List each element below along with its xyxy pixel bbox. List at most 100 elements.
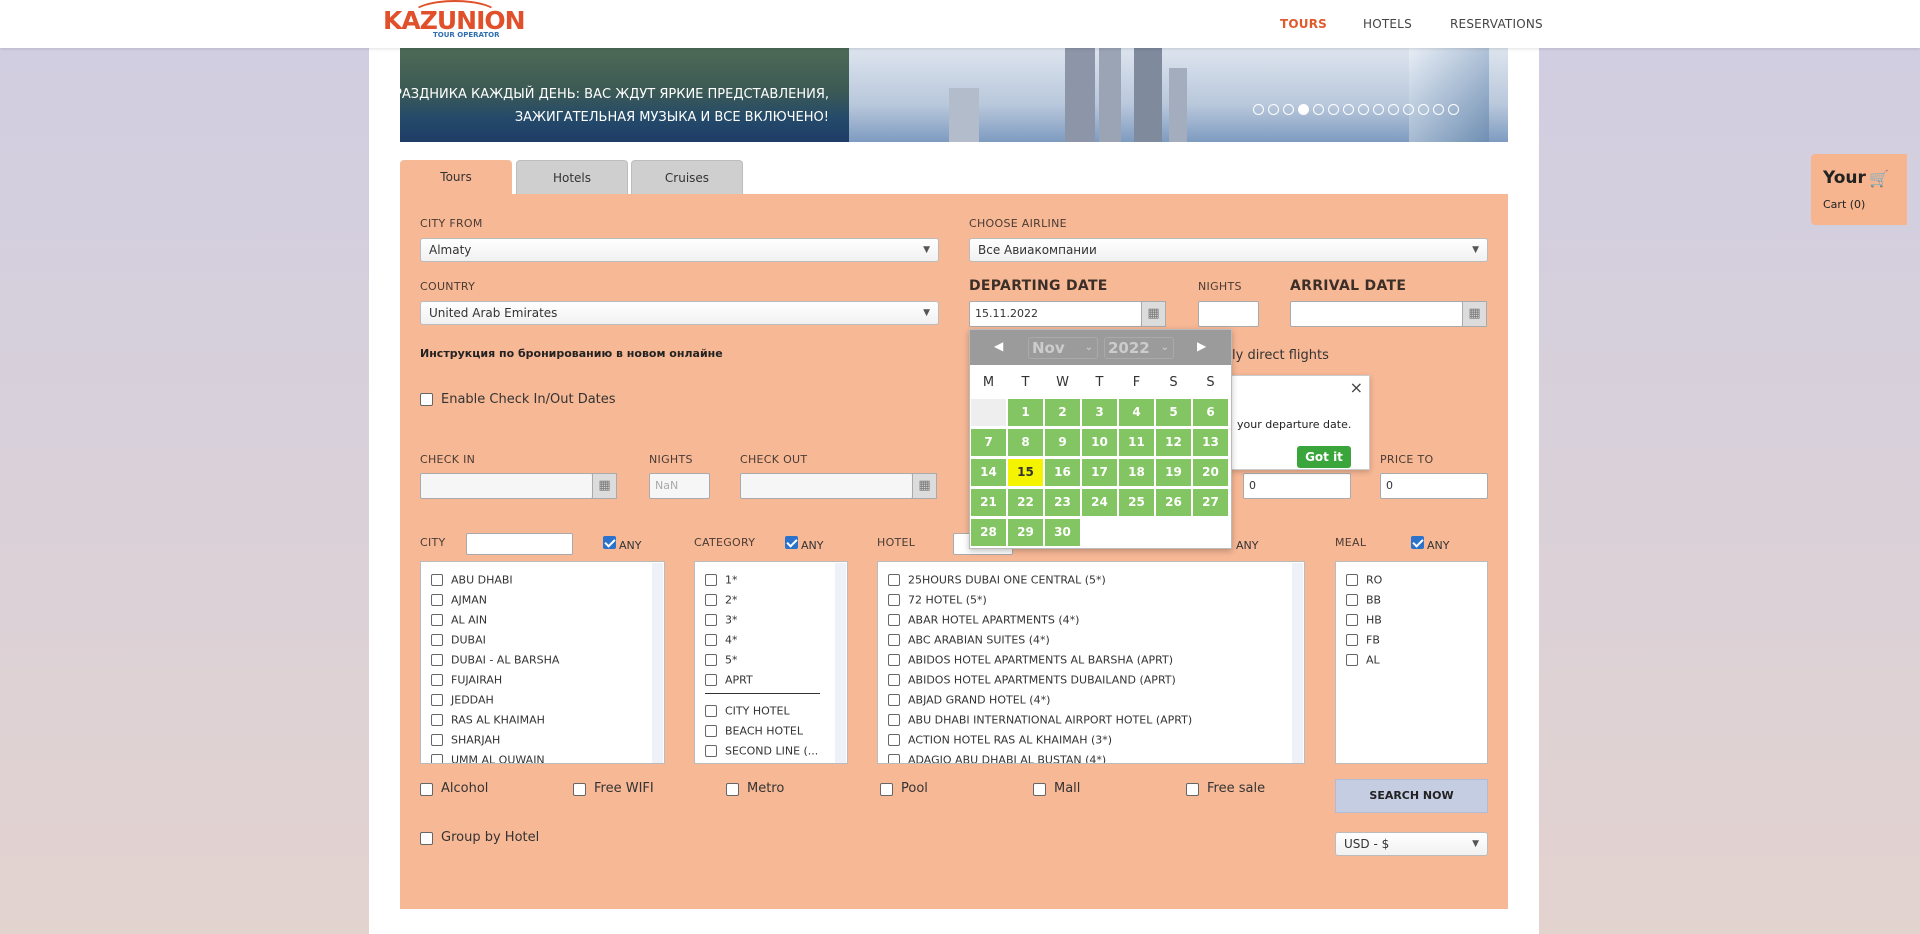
- item-checkbox[interactable]: [888, 734, 900, 746]
- arrival-date-input[interactable]: [1290, 301, 1463, 327]
- list-item[interactable]: ACTION HOTEL RAS AL KHAIMAH (3*): [888, 733, 1112, 747]
- item-checkbox[interactable]: [888, 634, 900, 646]
- carousel-dot[interactable]: [1358, 104, 1369, 115]
- item-checkbox[interactable]: [431, 754, 443, 763]
- item-checkbox[interactable]: [705, 654, 717, 666]
- carousel-dot[interactable]: [1343, 104, 1354, 115]
- carousel-dot[interactable]: [1433, 104, 1444, 115]
- item-checkbox[interactable]: [888, 754, 900, 763]
- nights-input[interactable]: [1198, 301, 1259, 327]
- list-item[interactable]: RAS AL KHAIMAH: [431, 713, 545, 727]
- list-item[interactable]: ABIDOS HOTEL APARTMENTS DUBAILAND (APRT): [888, 673, 1176, 687]
- departing-date-input[interactable]: 15.11.2022: [969, 301, 1142, 327]
- calendar-icon[interactable]: ▦: [592, 473, 617, 499]
- calendar-day[interactable]: 22: [1008, 489, 1043, 516]
- calendar-icon[interactable]: ▦: [1462, 301, 1487, 327]
- item-checkbox[interactable]: [888, 614, 900, 626]
- carousel-dot[interactable]: [1268, 104, 1279, 115]
- calendar-day[interactable]: 4: [1119, 399, 1154, 426]
- calendar-day[interactable]: 2: [1045, 399, 1080, 426]
- calendar-day[interactable]: 5: [1156, 399, 1191, 426]
- price-from-input[interactable]: 0: [1243, 473, 1351, 499]
- city-from-select[interactable]: Almaty ▼: [420, 238, 939, 262]
- list-item[interactable]: JEDDAH: [431, 693, 494, 707]
- calendar-icon[interactable]: ▦: [912, 473, 937, 499]
- item-checkbox[interactable]: [705, 634, 717, 646]
- amenity-checkbox[interactable]: [1033, 783, 1046, 796]
- country-select[interactable]: United Arab Emirates ▼: [420, 301, 939, 325]
- item-checkbox[interactable]: [431, 634, 443, 646]
- city-any-checkbox[interactable]: [603, 536, 616, 549]
- carousel-dot[interactable]: [1403, 104, 1414, 115]
- nav-tours[interactable]: TOURS: [1280, 17, 1327, 31]
- item-checkbox[interactable]: [705, 745, 717, 757]
- item-checkbox[interactable]: [705, 574, 717, 586]
- item-checkbox[interactable]: [1346, 634, 1358, 646]
- list-item[interactable]: FB: [1346, 633, 1380, 647]
- nav-hotels[interactable]: HOTELS: [1363, 17, 1412, 31]
- item-checkbox[interactable]: [888, 674, 900, 686]
- calendar-day[interactable]: 16: [1045, 459, 1080, 486]
- tab-tours[interactable]: Tours: [400, 160, 512, 194]
- list-item[interactable]: ABC ARABIAN SUITES (4*): [888, 633, 1050, 647]
- price-to-input[interactable]: 0: [1380, 473, 1488, 499]
- booking-instruction-link[interactable]: Инструкция по бронированию в новом онлай…: [420, 347, 723, 360]
- item-checkbox[interactable]: [705, 725, 717, 737]
- tab-hotels[interactable]: Hotels: [516, 160, 628, 194]
- carousel-dot[interactable]: [1448, 104, 1459, 115]
- carousel-dot[interactable]: [1388, 104, 1399, 115]
- search-now-button[interactable]: SEARCH NOW: [1335, 779, 1488, 813]
- calendar-day[interactable]: 7: [971, 429, 1006, 456]
- calendar-day[interactable]: 29: [1008, 519, 1043, 546]
- calendar-day[interactable]: 13: [1193, 429, 1228, 456]
- calendar-day[interactable]: 28: [971, 519, 1006, 546]
- list-item[interactable]: AL: [1346, 653, 1380, 667]
- calendar-day[interactable]: 30: [1045, 519, 1080, 546]
- carousel-dot[interactable]: [1313, 104, 1324, 115]
- close-icon[interactable]: ×: [1350, 378, 1363, 397]
- currency-select[interactable]: USD - $ ▼: [1335, 832, 1488, 856]
- cart-widget[interactable]: Your 🛒 Cart (0): [1811, 154, 1907, 225]
- amenity-checkbox[interactable]: [1186, 783, 1199, 796]
- carousel-dot[interactable]: [1253, 104, 1264, 115]
- amenity-checkbox[interactable]: [880, 783, 893, 796]
- list-item[interactable]: FUJAIRAH: [431, 673, 502, 687]
- category-any-checkbox[interactable]: [785, 536, 798, 549]
- list-item[interactable]: ABU DHABI: [431, 573, 513, 587]
- list-item[interactable]: 2*: [705, 593, 738, 607]
- item-checkbox[interactable]: [705, 674, 717, 686]
- list-item[interactable]: BB: [1346, 593, 1381, 607]
- list-item[interactable]: APRT: [705, 673, 753, 687]
- item-checkbox[interactable]: [1346, 574, 1358, 586]
- list-item[interactable]: 4*: [705, 633, 738, 647]
- item-checkbox[interactable]: [431, 574, 443, 586]
- calendar-day[interactable]: 10: [1082, 429, 1117, 456]
- month-select[interactable]: Nov ⌄: [1028, 337, 1098, 359]
- calendar-day[interactable]: 23: [1045, 489, 1080, 516]
- scrollbar[interactable]: [1292, 563, 1303, 763]
- calendar-day[interactable]: 12: [1156, 429, 1191, 456]
- item-checkbox[interactable]: [431, 594, 443, 606]
- item-checkbox[interactable]: [431, 614, 443, 626]
- calendar-day[interactable]: 25: [1119, 489, 1154, 516]
- group-by-hotel-checkbox[interactable]: [420, 832, 433, 845]
- list-item[interactable]: 5*: [705, 653, 738, 667]
- city-filter-input[interactable]: [466, 533, 573, 555]
- list-item[interactable]: DUBAI: [431, 633, 486, 647]
- scrollbar[interactable]: [652, 563, 663, 763]
- calendar-day[interactable]: 20: [1193, 459, 1228, 486]
- list-item[interactable]: ABIDOS HOTEL APARTMENTS AL BARSHA (APRT): [888, 653, 1173, 667]
- item-checkbox[interactable]: [888, 594, 900, 606]
- list-item[interactable]: ABU DHABI INTERNATIONAL AIRPORT HOTEL (A…: [888, 713, 1192, 727]
- list-item[interactable]: SHARJAH: [431, 733, 500, 747]
- scrollbar[interactable]: [835, 563, 846, 763]
- item-checkbox[interactable]: [888, 574, 900, 586]
- calendar-day[interactable]: 1: [1008, 399, 1043, 426]
- calendar-day[interactable]: 18: [1119, 459, 1154, 486]
- list-item[interactable]: BEACH HOTEL: [705, 724, 803, 738]
- got-it-button[interactable]: Got it: [1297, 446, 1351, 468]
- calendar-day[interactable]: 27: [1193, 489, 1228, 516]
- calendar-icon[interactable]: ▦: [1141, 301, 1166, 327]
- carousel-dot[interactable]: [1298, 104, 1309, 115]
- carousel-dot[interactable]: [1283, 104, 1294, 115]
